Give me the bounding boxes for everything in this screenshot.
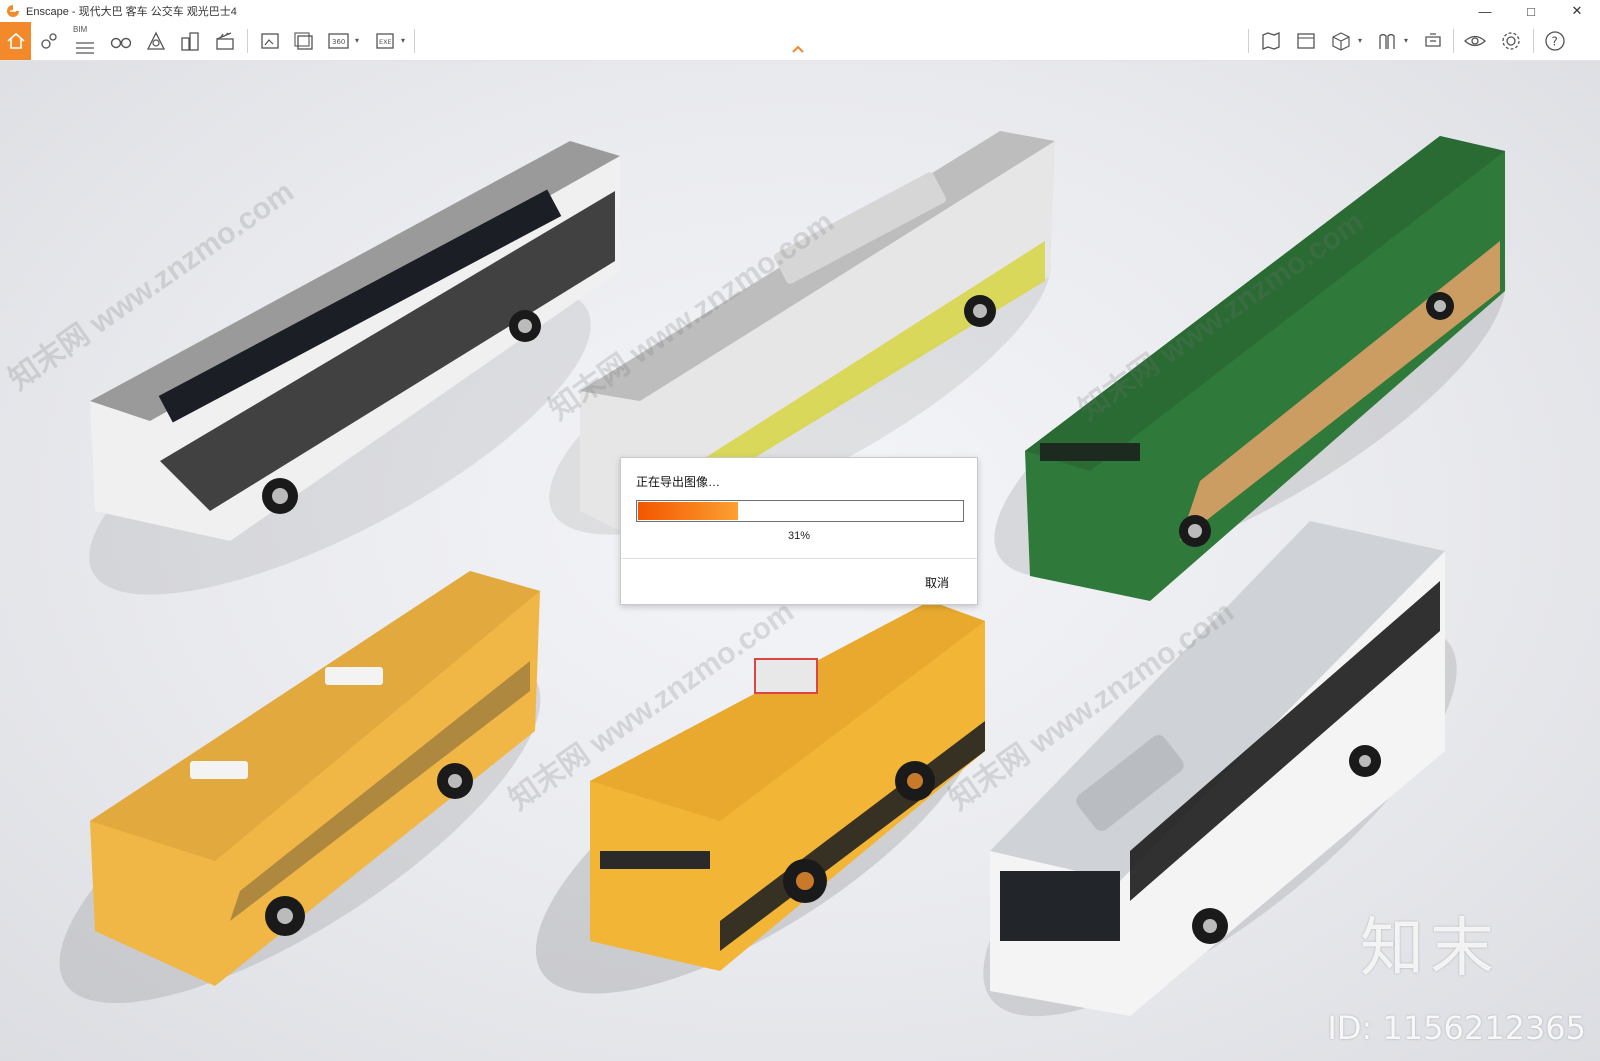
exe-export-icon[interactable]: EXE — [370, 24, 400, 58]
yellow-city-bus — [59, 571, 541, 1004]
capture-icon[interactable] — [1418, 24, 1448, 58]
gear-icon[interactable] — [1496, 24, 1526, 58]
cancel-button[interactable]: 取消 — [925, 574, 949, 591]
visual-settings-icon[interactable] — [1460, 24, 1490, 58]
svg-text:360: 360 — [332, 38, 345, 46]
maximize-icon[interactable]: □ — [1508, 0, 1554, 22]
export-progress-dialog: 正在导出图像… 31% 取消 — [620, 457, 978, 605]
close-icon[interactable]: ✕ — [1554, 0, 1600, 22]
buildings-icon[interactable] — [175, 24, 205, 58]
binoculars-icon[interactable] — [106, 24, 136, 58]
title-bar: Enscape - 现代大巴 客车 公交车 观光巴士4 — □ ✕ — [0, 0, 1600, 22]
dialog-title: 正在导出图像… — [636, 475, 721, 489]
chevron-down-icon[interactable]: ▾ — [401, 36, 405, 45]
chevron-down-icon[interactable]: ▾ — [1358, 36, 1362, 45]
location-icon[interactable] — [34, 24, 64, 58]
toolbar: BIM 360 ▾ EXE ▾ ▾ ▾ ? — [0, 22, 1600, 61]
watermark-logo: 知末 — [1360, 912, 1500, 986]
clapperboard-icon[interactable] — [210, 24, 240, 58]
asset-library-icon[interactable] — [1372, 24, 1402, 58]
collapse-caret-icon[interactable] — [790, 44, 806, 54]
chevron-down-icon[interactable]: ▾ — [355, 36, 359, 45]
enscape-logo-icon — [7, 5, 19, 17]
cube-icon[interactable] — [1326, 24, 1356, 58]
image-gallery-icon[interactable] — [1291, 24, 1321, 58]
svg-text:EXE: EXE — [379, 38, 392, 46]
screenshot-icon[interactable] — [255, 24, 285, 58]
sun-view-icon[interactable] — [141, 24, 171, 58]
chevron-down-icon[interactable]: ▾ — [1404, 36, 1408, 45]
school-bus — [535, 601, 985, 994]
dialog-divider — [621, 558, 977, 559]
watermark-id: ID: 1156212365 — [1327, 1009, 1586, 1047]
help-icon[interactable]: ? — [1540, 24, 1570, 58]
batch-render-icon[interactable] — [289, 24, 319, 58]
map-icon[interactable] — [1256, 24, 1286, 58]
progress-fill — [638, 502, 738, 520]
home-icon[interactable] — [0, 22, 31, 60]
minimize-icon[interactable]: — — [1462, 0, 1508, 22]
svg-text:?: ? — [1552, 35, 1558, 49]
window-title: Enscape - 现代大巴 客车 公交车 观光巴士4 — [26, 6, 237, 18]
export-progress-bar — [636, 500, 964, 522]
panorama-360-icon[interactable]: 360 — [324, 24, 354, 58]
progress-percent: 31% — [787, 530, 811, 542]
